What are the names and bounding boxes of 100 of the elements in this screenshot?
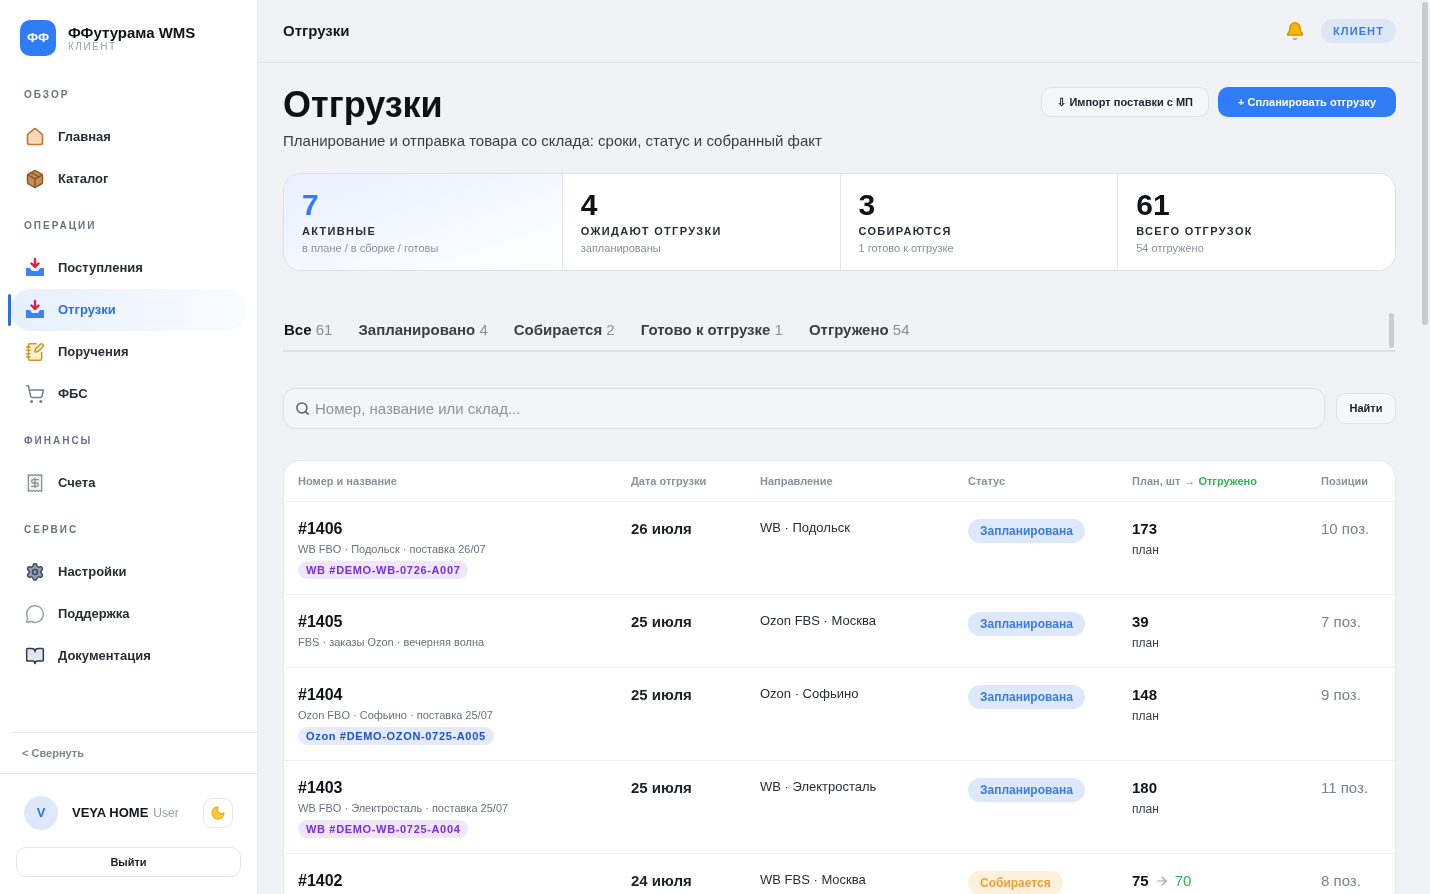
direction-text: Ozon FBS · Москва (760, 612, 876, 630)
speech-bubble-icon (25, 604, 45, 624)
nav-item[interactable]: Счета (10, 462, 247, 504)
theme-toggle-button[interactable] (203, 798, 233, 828)
nav-item[interactable]: Поддержка (10, 593, 247, 635)
column-header: Позиции (1321, 473, 1368, 489)
notifications-bell-icon[interactable] (1285, 21, 1306, 41)
logout-button[interactable]: Выйти (16, 847, 241, 877)
column-header: Номер и название (298, 473, 397, 489)
user-role: User (153, 805, 179, 822)
receipt-icon (25, 473, 45, 493)
positions-count: 7 поз. (1321, 612, 1361, 632)
page-subtitle: Планирование и отправка товара со склада: сроки, статус и собранный факт (283, 131, 822, 151)
direction-text: WB · Электросталь (760, 778, 877, 796)
notepad-pencil-icon (25, 342, 45, 362)
plan-caption: план (1132, 635, 1159, 652)
nav-item[interactable]: Главная (10, 116, 247, 158)
plan-caption: план (1132, 801, 1159, 818)
plan-caption: план (1132, 542, 1159, 559)
filter-tab[interactable]: Все 61 (284, 310, 333, 350)
shipped-quantity: 70 (1174, 871, 1192, 891)
column-header: Дата отгрузки (631, 473, 707, 489)
plan-caption: план (1132, 708, 1159, 725)
stat-value: 61 (1136, 189, 1170, 221)
nav-item[interactable]: Поручения (10, 331, 247, 373)
column-header: План, шт (1132, 473, 1181, 489)
ship-date: 25 июля (631, 612, 692, 632)
shipment-description: Ozon FBO · Софьино · поставка 25/07 (298, 708, 493, 723)
direction-text: WB · Подольск (760, 519, 850, 537)
column-header: Статус (968, 473, 1006, 489)
shipment-number: #1406 (298, 519, 343, 539)
scroll-thumb[interactable] (1389, 312, 1394, 348)
user-avatar: V (24, 796, 58, 830)
book-icon (25, 646, 45, 666)
nav-item[interactable]: Каталог (10, 158, 247, 200)
moon-icon (210, 805, 226, 821)
stat-label: ОЖИДАЮТ ОТГРУЗКИ (580, 224, 722, 238)
direction-text: WB FBS · Москва (760, 871, 866, 889)
stat-value: 4 (580, 189, 598, 221)
search-field[interactable]: Номер, название или склад... (283, 388, 1325, 429)
filter-tab[interactable]: Отгружено 54 (808, 310, 910, 350)
stat-value: 3 (858, 189, 876, 221)
column-header: Направление (760, 473, 833, 489)
ship-date: 25 июля (631, 685, 692, 705)
status-badge: Собирается (968, 871, 1063, 894)
cart-icon (25, 384, 45, 404)
package-icon (25, 169, 45, 189)
stat-value: 7 (302, 189, 319, 221)
shipped-legend: → Отгружено (1184, 472, 1257, 490)
filter-tab[interactable]: Готово к отгрузке 1 (640, 310, 783, 350)
filter-tab[interactable]: Запланировано 4 (358, 310, 488, 350)
page-title: Отгрузки (283, 85, 444, 125)
positions-count: 9 поз. (1321, 685, 1361, 705)
stat-note: в плане / в сборке / готовы (302, 241, 439, 255)
ship-date: 25 июля (631, 778, 692, 798)
header-title: Отгрузки (283, 20, 350, 41)
nav-item[interactable]: ФБС (10, 373, 247, 415)
status-badge: Запланирована (968, 778, 1085, 802)
collapse-link[interactable]: < Свернуть (22, 744, 84, 762)
shipment-description: WB FBO · Подольск · поставка 26/07 (298, 542, 486, 557)
filter-tab[interactable]: Собирается 2 (513, 310, 615, 350)
status-badge: Запланирована (968, 612, 1085, 636)
positions-count: 8 поз. (1321, 871, 1361, 891)
app-subtitle: КЛИЕНТ (68, 41, 117, 52)
status-badge: Запланирована (968, 519, 1085, 543)
search-button[interactable]: Найти (1336, 393, 1396, 424)
ship-date: 26 июля (631, 519, 692, 539)
nav-item[interactable]: Поступления (10, 247, 247, 289)
shipment-number: #1405 (298, 612, 343, 632)
role-badge: КЛИЕНТ (1321, 19, 1396, 43)
app-logo: ФФ (20, 20, 56, 56)
positions-count: 10 поз. (1321, 519, 1370, 539)
shipment-number: #1402 (298, 871, 343, 891)
scrollbar-thumb[interactable] (1422, 2, 1428, 325)
stat-note: 1 готово к отгрузке (858, 241, 954, 255)
positions-count: 11 поз. (1321, 778, 1369, 798)
arrow-icon (1154, 874, 1169, 888)
active-indicator (8, 294, 11, 326)
plan-quantity: 39 (1132, 612, 1149, 632)
plan-quantity: 173 (1132, 519, 1158, 539)
shipment-number: #1404 (298, 685, 343, 705)
stat-label: ВСЕГО ОТГРУЗОК (1136, 224, 1253, 238)
app-name: ФФутурама WMS (68, 24, 196, 41)
stat-label: СОБИРАЮТСЯ (858, 224, 952, 238)
stat-note: 54 отгружено (1136, 241, 1204, 255)
status-badge: Запланирована (968, 685, 1085, 709)
stat-label: АКТИВНЫЕ (302, 224, 377, 238)
import-button[interactable]: ⇩ Импорт поставки с МП (1041, 87, 1209, 117)
plan-shipment-button[interactable]: + Спланировать отгрузку (1218, 87, 1396, 117)
shipment-number: #1403 (298, 778, 343, 798)
shipment-description: FBS · заказы Ozon · вечерняя волна (298, 635, 485, 650)
nav-item[interactable]: Отгрузки (10, 289, 247, 331)
plan-quantity: 180 (1132, 778, 1158, 798)
nav-item[interactable]: Настройки (10, 551, 247, 593)
nav-section-label: ФИНАНСЫ (23, 434, 94, 448)
tray-arrow-icon (25, 300, 45, 320)
marketplace-tag: WB #DEMO-WB-0726-A007 (298, 561, 469, 579)
plan-quantity: 148 (1132, 685, 1158, 705)
nav-item[interactable]: Документация (10, 635, 247, 677)
direction-text: Ozon · Софьино (760, 685, 859, 703)
